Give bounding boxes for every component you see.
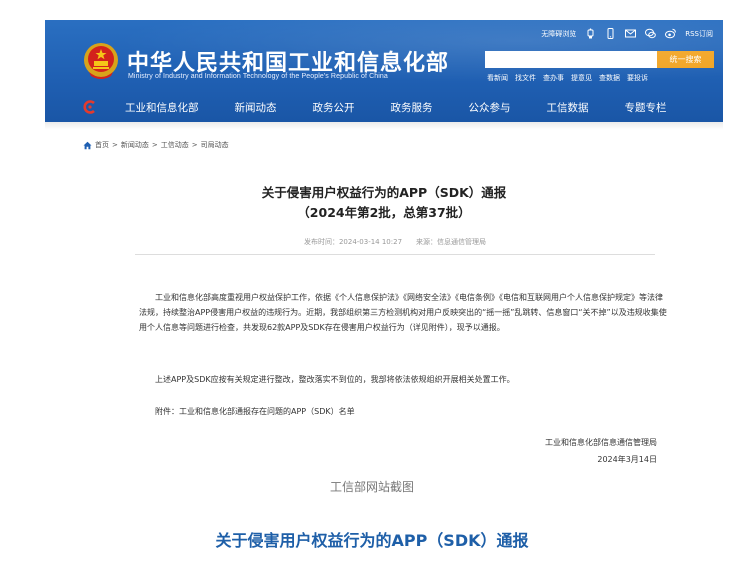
top-links: 无障碍浏览 RSS订阅 xyxy=(541,28,713,39)
home-icon xyxy=(83,141,92,149)
site-title[interactable]: 中华人民共和国工业和信息化部 xyxy=(127,45,449,77)
nav-item-government-affairs[interactable]: 政务公开 xyxy=(313,100,355,115)
quick-link-files[interactable]: 找文件 xyxy=(515,73,536,83)
signature-organization: 工业和信息化部信息通信管理局 xyxy=(545,438,657,447)
article-source: 来源：信息通信管理局 xyxy=(416,238,487,246)
quick-link-data[interactable]: 查数据 xyxy=(599,73,620,83)
attachment-link[interactable]: 附件：工业和信息化部通报存在问题的APP（SDK）名单 xyxy=(139,404,669,419)
site-header: 中华人民共和国工业和信息化部 Ministry of Industry and … xyxy=(45,20,723,122)
quick-link-services[interactable]: 查办事 xyxy=(543,73,564,83)
image-caption: 工信部网站截图 xyxy=(329,480,414,494)
rss-link[interactable]: RSS订阅 xyxy=(685,29,713,39)
nav-item-topics[interactable]: 专题专栏 xyxy=(625,100,667,115)
nav-item-participation[interactable]: 公众参与 xyxy=(469,100,511,115)
breadcrumb-separator: > xyxy=(112,141,118,149)
breadcrumb-home[interactable]: 首页 xyxy=(95,140,109,150)
news-headline: 关于侵害用户权益行为的APP（SDK）通报 xyxy=(215,531,529,550)
nav-item-news[interactable]: 新闻动态 xyxy=(235,100,277,115)
quick-link-feedback[interactable]: 提意见 xyxy=(571,73,592,83)
quick-links: 看新闻 找文件 查办事 提意见 查数据 要投诉 xyxy=(487,73,648,83)
quick-link-news[interactable]: 看新闻 xyxy=(487,73,508,83)
weibo-icon[interactable] xyxy=(665,28,677,39)
article-subtitle: （2024年第2批，总第37批） xyxy=(297,205,471,220)
breadcrumb-news[interactable]: 新闻动态 xyxy=(121,140,149,150)
site-subtitle: Ministry of Industry and Information Tec… xyxy=(128,73,388,80)
nav-item-ministry[interactable]: 工业和信息化部 xyxy=(125,100,199,115)
breadcrumb-separator: > xyxy=(151,141,158,149)
website-screenshot: 中华人民共和国工业和信息化部 Ministry of Industry and … xyxy=(45,20,723,477)
header-shadow xyxy=(45,122,723,130)
quick-link-complaint[interactable]: 要投诉 xyxy=(627,73,648,83)
nav-item-services[interactable]: 政务服务 xyxy=(391,100,433,115)
article-meta: 发布时间：2024-03-14 10:27 来源：信息通信管理局 xyxy=(135,237,655,255)
national-emblem-icon xyxy=(84,43,118,79)
main-nav: 工业和信息化部 新闻动态 政务公开 政务服务 公众参与 工信数据 专题专栏 xyxy=(45,92,723,122)
nav-item-data[interactable]: 工信数据 xyxy=(547,100,589,115)
search-bar: 统一搜索 xyxy=(485,51,714,68)
search-button[interactable]: 统一搜索 xyxy=(657,51,714,68)
robot-icon[interactable] xyxy=(585,28,596,39)
barrier-free-link[interactable]: 无障碍浏览 xyxy=(541,29,576,39)
publish-time: 发布时间：2024-03-14 10:27 xyxy=(303,238,403,246)
breadcrumb: 首页 > 新闻动态 > 工信动态 > 司局动态 xyxy=(83,140,229,150)
search-input[interactable] xyxy=(485,51,657,68)
breadcrumb-department-news[interactable]: 司局动态 xyxy=(201,140,229,150)
mail-icon[interactable] xyxy=(625,28,637,39)
breadcrumb-separator: > xyxy=(191,141,198,149)
signature-date: 2024年3月14日 xyxy=(597,455,657,464)
article-title: 关于侵害用户权益行为的APP（SDK）通报 xyxy=(261,185,507,200)
article-paragraph: 上述APP及SDK应按有关规定进行整改，整改落实不到位的，我部将依法依规组织开展… xyxy=(155,375,515,384)
mobile-icon[interactable] xyxy=(605,28,616,39)
article-paragraph: 工业和信息化部高度重视用户权益保护工作，依据《个人信息保护法》《网络安全法》《电… xyxy=(139,293,667,332)
ministry-logo-icon[interactable] xyxy=(83,100,97,114)
wechat-icon[interactable] xyxy=(645,28,657,39)
breadcrumb-ministry-news[interactable]: 工信动态 xyxy=(161,140,189,150)
